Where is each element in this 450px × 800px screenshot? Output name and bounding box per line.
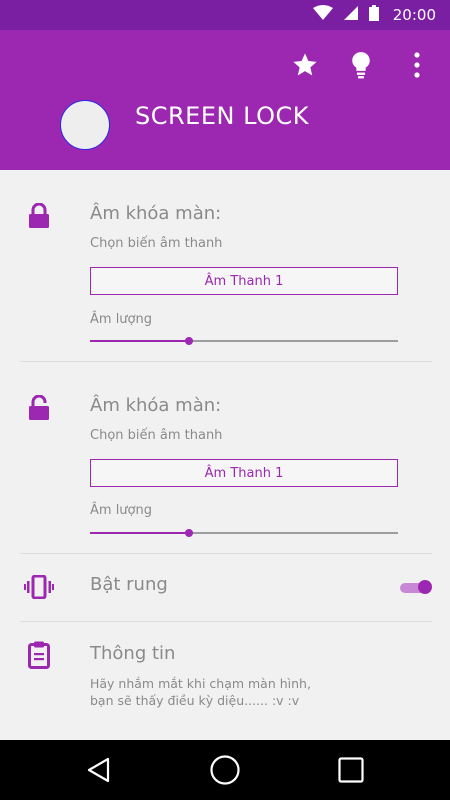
lightbulb-icon[interactable] <box>346 50 376 80</box>
vibrate-label: Bật rung <box>90 574 168 595</box>
star-icon[interactable] <box>290 50 320 80</box>
info-section: Thông tin Hãy nhắm mắt khi chạm màn hình… <box>0 622 450 740</box>
section-title: Âm khóa màn: <box>90 395 222 416</box>
slider-fill <box>90 340 189 342</box>
avatar[interactable] <box>60 100 110 150</box>
section-subtitle: Chọn biến âm thanh <box>90 428 223 443</box>
app-title: SCREEN LOCK <box>135 102 309 130</box>
cell-signal-icon <box>343 5 359 25</box>
recents-icon[interactable] <box>335 754 367 786</box>
back-icon[interactable] <box>83 754 115 786</box>
volume-label: Âm lượng <box>90 503 152 518</box>
status-icons: 20:00 <box>312 5 436 25</box>
toggle-knob <box>418 580 432 594</box>
toolbar-actions <box>290 50 432 80</box>
clipboard-icon <box>24 640 54 670</box>
section-title: Âm khóa màn: <box>90 203 222 224</box>
status-bar: 20:00 <box>0 0 450 30</box>
vibrate-row[interactable]: Bật rung <box>0 554 450 620</box>
sound-select-button[interactable]: Âm Thanh 1 <box>90 267 398 295</box>
info-text-line: Hãy nhắm mắt khi chạm màn hình, <box>90 676 311 691</box>
lock-closed-icon <box>24 201 54 231</box>
home-icon[interactable] <box>209 754 241 786</box>
volume-label: Âm lượng <box>90 312 152 327</box>
info-text: Hãy nhắm mắt khi chạm màn hình, bạn sẽ t… <box>90 675 420 709</box>
slider-thumb[interactable] <box>184 529 193 537</box>
status-time: 20:00 <box>392 6 436 24</box>
navigation-bar <box>0 740 450 800</box>
vibrate-toggle[interactable] <box>400 578 432 598</box>
lock-sound-section: Âm khóa màn: Chọn biến âm thanh Âm Thanh… <box>0 170 450 360</box>
more-vert-icon[interactable] <box>402 50 432 80</box>
section-subtitle: Chọn biến âm thanh <box>90 236 223 251</box>
app-bar: SCREEN LOCK <box>0 30 450 170</box>
slider-thumb[interactable] <box>184 337 193 345</box>
battery-icon <box>368 5 379 25</box>
slider-fill <box>90 532 189 534</box>
info-title: Thông tin <box>90 643 176 664</box>
volume-slider[interactable] <box>90 528 398 538</box>
volume-slider[interactable] <box>90 336 398 346</box>
sound-select-button[interactable]: Âm Thanh 1 <box>90 459 398 487</box>
vibration-icon <box>24 572 54 602</box>
info-text-line: bạn sẽ thấy điều kỳ diệu...... :v :v <box>90 693 300 708</box>
wifi-icon <box>312 5 333 25</box>
lock-open-icon <box>24 393 54 423</box>
unlock-sound-section: Âm khóa màn: Chọn biến âm thanh Âm Thanh… <box>0 362 450 552</box>
